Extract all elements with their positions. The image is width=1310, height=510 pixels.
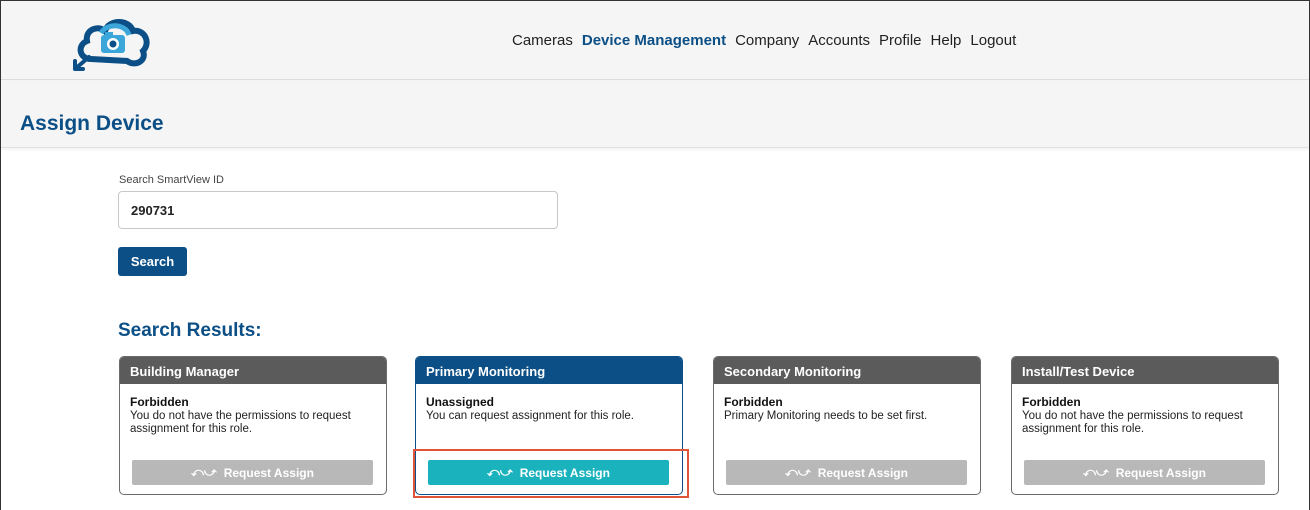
page-title-bar: Assign Device [1, 81, 1309, 148]
card-description: You can request assignment for this role… [426, 410, 634, 422]
request-assign-button: ⤺⤻ Request Assign [1024, 460, 1265, 485]
top-navigation-bar: Cameras Device Management Company Accoun… [1, 1, 1309, 80]
request-assign-label: Request Assign [1115, 465, 1206, 480]
request-assign-button: ⤺⤻ Request Assign [726, 460, 967, 485]
swap-arrows-icon: ⤺⤻ [1083, 465, 1109, 479]
role-card-install-test-device: Install/Test Device Forbidden You do not… [1011, 356, 1279, 495]
nav-cameras[interactable]: Cameras [512, 32, 573, 49]
swap-arrows-icon: ⤺⤻ [191, 465, 217, 479]
card-description: You do not have the permissions to reque… [1022, 410, 1243, 435]
highlight-box [413, 449, 689, 498]
card-role-title: Primary Monitoring [416, 357, 682, 384]
request-assign-label: Request Assign [223, 465, 314, 480]
search-button[interactable]: Search [118, 247, 187, 276]
nav-device-management[interactable]: Device Management [582, 32, 726, 49]
card-role-title: Building Manager [120, 357, 386, 384]
nav-accounts[interactable]: Accounts [808, 32, 870, 49]
card-status: Unassigned [426, 395, 495, 409]
nav-company[interactable]: Company [735, 32, 799, 49]
card-role-title: Secondary Monitoring [714, 357, 980, 384]
search-results-title: Search Results: [118, 320, 262, 341]
cloud-camera-logo[interactable] [71, 11, 155, 73]
nav-profile[interactable]: Profile [879, 32, 922, 49]
card-status: Forbidden [130, 395, 189, 409]
card-status: Forbidden [1022, 395, 1081, 409]
smartview-id-search-input[interactable] [118, 191, 558, 229]
card-role-title: Install/Test Device [1012, 357, 1278, 384]
nav-logout[interactable]: Logout [970, 32, 1016, 49]
role-card-building-manager: Building Manager Forbidden You do not ha… [119, 356, 387, 495]
swap-arrows-icon: ⤺⤻ [785, 465, 811, 479]
nav-help[interactable]: Help [931, 32, 962, 49]
search-label: Search SmartView ID [119, 174, 224, 186]
card-status: Forbidden [724, 395, 783, 409]
request-assign-label: Request Assign [817, 465, 908, 480]
role-card-secondary-monitoring: Secondary Monitoring Forbidden Primary M… [713, 356, 981, 495]
card-description: Primary Monitoring needs to be set first… [724, 410, 928, 422]
page-title: Assign Device [20, 112, 164, 135]
request-assign-button: ⤺⤻ Request Assign [132, 460, 373, 485]
card-description: You do not have the permissions to reque… [130, 410, 351, 435]
main-nav: Cameras Device Management Company Accoun… [512, 32, 1025, 49]
